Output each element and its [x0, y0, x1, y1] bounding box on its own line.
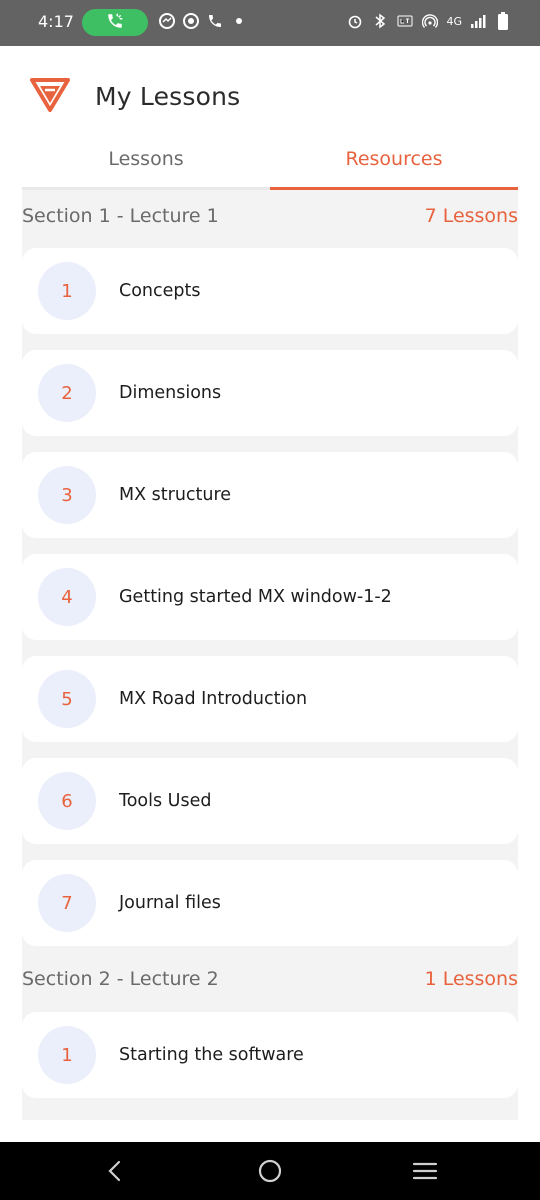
battery-icon	[494, 12, 512, 30]
lesson-item[interactable]: 1 Starting the software	[22, 1012, 518, 1098]
lesson-title: Journal files	[119, 893, 221, 913]
home-icon[interactable]	[255, 1156, 285, 1186]
phone-icon	[206, 12, 224, 30]
status-bar: 4:17 4G	[0, 0, 540, 46]
lesson-title: MX Road Introduction	[119, 689, 308, 709]
lesson-list[interactable]: Section 1 - Lecture 1 7 Lessons 1 Concep…	[22, 190, 518, 1120]
lesson-title: Concepts	[119, 281, 201, 301]
section-title: Section 2 - Lecture 2	[22, 968, 219, 990]
section-header: Section 2 - Lecture 2 1 Lessons	[22, 953, 518, 1005]
lesson-title: MX structure	[119, 485, 232, 505]
ongoing-call-chip[interactable]	[82, 9, 148, 36]
back-icon[interactable]	[100, 1156, 130, 1186]
whatsapp-icon	[182, 12, 200, 30]
lesson-number-badge: 7	[38, 874, 96, 932]
status-time: 4:17	[38, 12, 74, 31]
lesson-number-badge: 3	[38, 466, 96, 524]
tab-resources[interactable]: Resources	[270, 130, 518, 190]
call-active-icon	[106, 12, 124, 34]
system-nav-bar	[0, 1142, 540, 1200]
recents-icon[interactable]	[410, 1156, 440, 1186]
lesson-number-badge: 1	[38, 262, 96, 320]
volte-icon	[396, 12, 414, 30]
lesson-item[interactable]: 4 Getting started MX window-1-2	[22, 554, 518, 640]
lesson-item[interactable]: 2 Dimensions	[22, 350, 518, 436]
section-lesson-count: 7 Lessons	[424, 205, 518, 227]
messenger-icon	[158, 12, 176, 30]
lesson-item[interactable]: 5 MX Road Introduction	[22, 656, 518, 742]
lesson-number-badge: 5	[38, 670, 96, 728]
app-logo-icon	[30, 76, 70, 112]
lesson-number-badge: 6	[38, 772, 96, 830]
signal-icon	[469, 12, 487, 30]
lesson-title: Tools Used	[119, 791, 212, 811]
lesson-item[interactable]: 1 Concepts	[22, 248, 518, 334]
lesson-number-badge: 2	[38, 364, 96, 422]
tab-lessons[interactable]: Lessons	[22, 130, 270, 187]
page-title: My Lessons	[95, 82, 241, 111]
lesson-item[interactable]: 6 Tools Used	[22, 758, 518, 844]
alarm-icon	[346, 12, 364, 30]
lesson-title: Starting the software	[119, 1045, 304, 1065]
section-title: Section 1 - Lecture 1	[22, 205, 219, 227]
lesson-title: Getting started MX window-1-2	[119, 587, 392, 607]
section-header: Section 1 - Lecture 1 7 Lessons	[22, 190, 518, 242]
lesson-item[interactable]: 3 MX structure	[22, 452, 518, 538]
bluetooth-icon	[371, 12, 389, 30]
lesson-number-badge: 4	[38, 568, 96, 626]
network-type-label: 4G	[446, 14, 462, 28]
lesson-item[interactable]: 7 Journal files	[22, 860, 518, 946]
lesson-title: Dimensions	[119, 383, 222, 403]
section-lesson-count: 1 Lessons	[424, 968, 518, 990]
dot-icon	[230, 12, 248, 30]
lesson-number-badge: 1	[38, 1026, 96, 1084]
hotspot-icon	[421, 12, 439, 30]
tab-bar: Lessons Resources	[22, 130, 518, 190]
